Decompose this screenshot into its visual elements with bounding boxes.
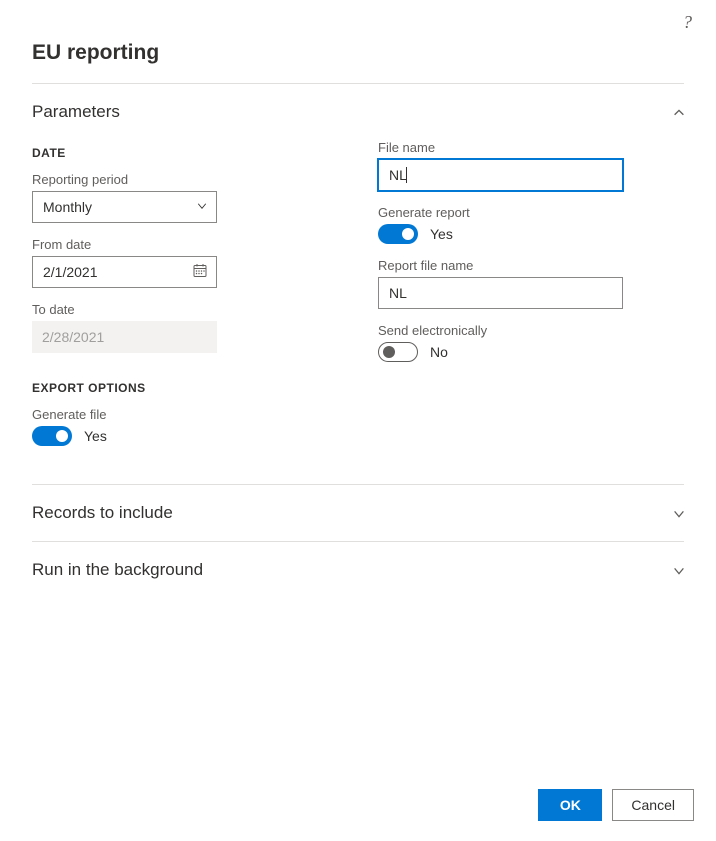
section-parameters: Parameters DATE Reporting period Monthly… <box>32 83 684 484</box>
to-date-value: 2/28/2021 <box>42 329 104 345</box>
section-header-background[interactable]: Run in the background <box>32 542 684 598</box>
label-reporting-period: Reporting period <box>32 172 338 187</box>
reporting-period-value: Monthly <box>43 199 92 215</box>
label-report-file-name: Report file name <box>378 258 684 273</box>
ok-button[interactable]: OK <box>538 789 602 821</box>
label-from-date: From date <box>32 237 338 252</box>
section-header-parameters[interactable]: Parameters <box>32 84 684 140</box>
chevron-up-icon <box>672 106 684 118</box>
generate-report-value: Yes <box>430 226 453 242</box>
group-label-export: EXPORT OPTIONS <box>32 381 338 395</box>
section-records: Records to include <box>32 484 684 541</box>
calendar-icon[interactable] <box>192 263 208 282</box>
cancel-button[interactable]: Cancel <box>612 789 694 821</box>
label-to-date: To date <box>32 302 338 317</box>
label-generate-report: Generate report <box>378 205 684 220</box>
label-send-electronically: Send electronically <box>378 323 684 338</box>
section-title-background: Run in the background <box>32 560 203 580</box>
group-label-date: DATE <box>32 146 338 160</box>
send-electronically-toggle[interactable] <box>378 342 418 362</box>
chevron-down-icon <box>196 199 208 215</box>
send-electronically-value: No <box>430 344 448 360</box>
from-date-value: 2/1/2021 <box>43 264 98 280</box>
generate-file-value: Yes <box>84 428 107 444</box>
file-name-input[interactable]: NL <box>378 159 623 191</box>
generate-report-toggle[interactable] <box>378 224 418 244</box>
report-file-name-value: NL <box>389 285 407 301</box>
generate-file-toggle[interactable] <box>32 426 72 446</box>
toggle-knob <box>383 346 395 358</box>
to-date-input: 2/28/2021 <box>32 321 217 353</box>
chevron-down-icon <box>672 507 684 519</box>
chevron-down-icon <box>672 564 684 576</box>
label-generate-file: Generate file <box>32 407 338 422</box>
label-file-name: File name <box>378 140 684 155</box>
text-cursor <box>406 167 407 183</box>
dialog-title: EU reporting <box>0 33 716 83</box>
toggle-knob <box>402 228 414 240</box>
toggle-knob <box>56 430 68 442</box>
section-title-parameters: Parameters <box>32 102 120 122</box>
section-header-records[interactable]: Records to include <box>32 485 684 541</box>
dialog-footer: OK Cancel <box>538 789 694 821</box>
help-icon[interactable]: ? <box>683 12 692 33</box>
file-name-value: NL <box>389 167 407 183</box>
reporting-period-select[interactable]: Monthly <box>32 191 217 223</box>
section-background: Run in the background <box>32 541 684 598</box>
from-date-input[interactable]: 2/1/2021 <box>32 256 217 288</box>
report-file-name-input[interactable]: NL <box>378 277 623 309</box>
section-title-records: Records to include <box>32 503 173 523</box>
